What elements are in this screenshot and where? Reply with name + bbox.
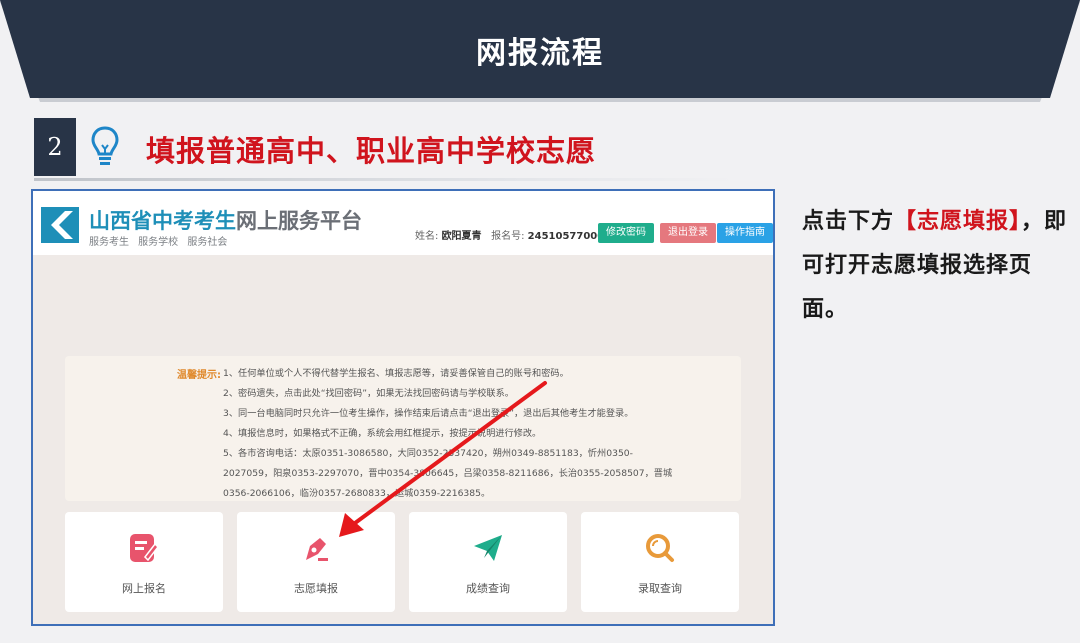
- step-number: 2: [34, 118, 76, 176]
- top-banner: 网报流程: [0, 0, 1080, 105]
- step-title: 填报普通高中、职业高中学校志愿: [146, 134, 597, 168]
- step-divider: [34, 178, 734, 181]
- pointer-arrow: [339, 381, 547, 537]
- highlight-volunteer: 【志愿填报】: [894, 209, 1022, 234]
- instruction-text: 点击下方【志愿填报】，即可打开志愿填报选择页面。: [802, 209, 1068, 322]
- platform-screenshot: 山西省中考考生网上服务平台 服务考生 服务学校 服务社会 姓名: 欧阳夏青 报名…: [31, 189, 775, 626]
- lightbulb-icon: [91, 126, 119, 165]
- banner-title: 网报流程: [476, 36, 604, 71]
